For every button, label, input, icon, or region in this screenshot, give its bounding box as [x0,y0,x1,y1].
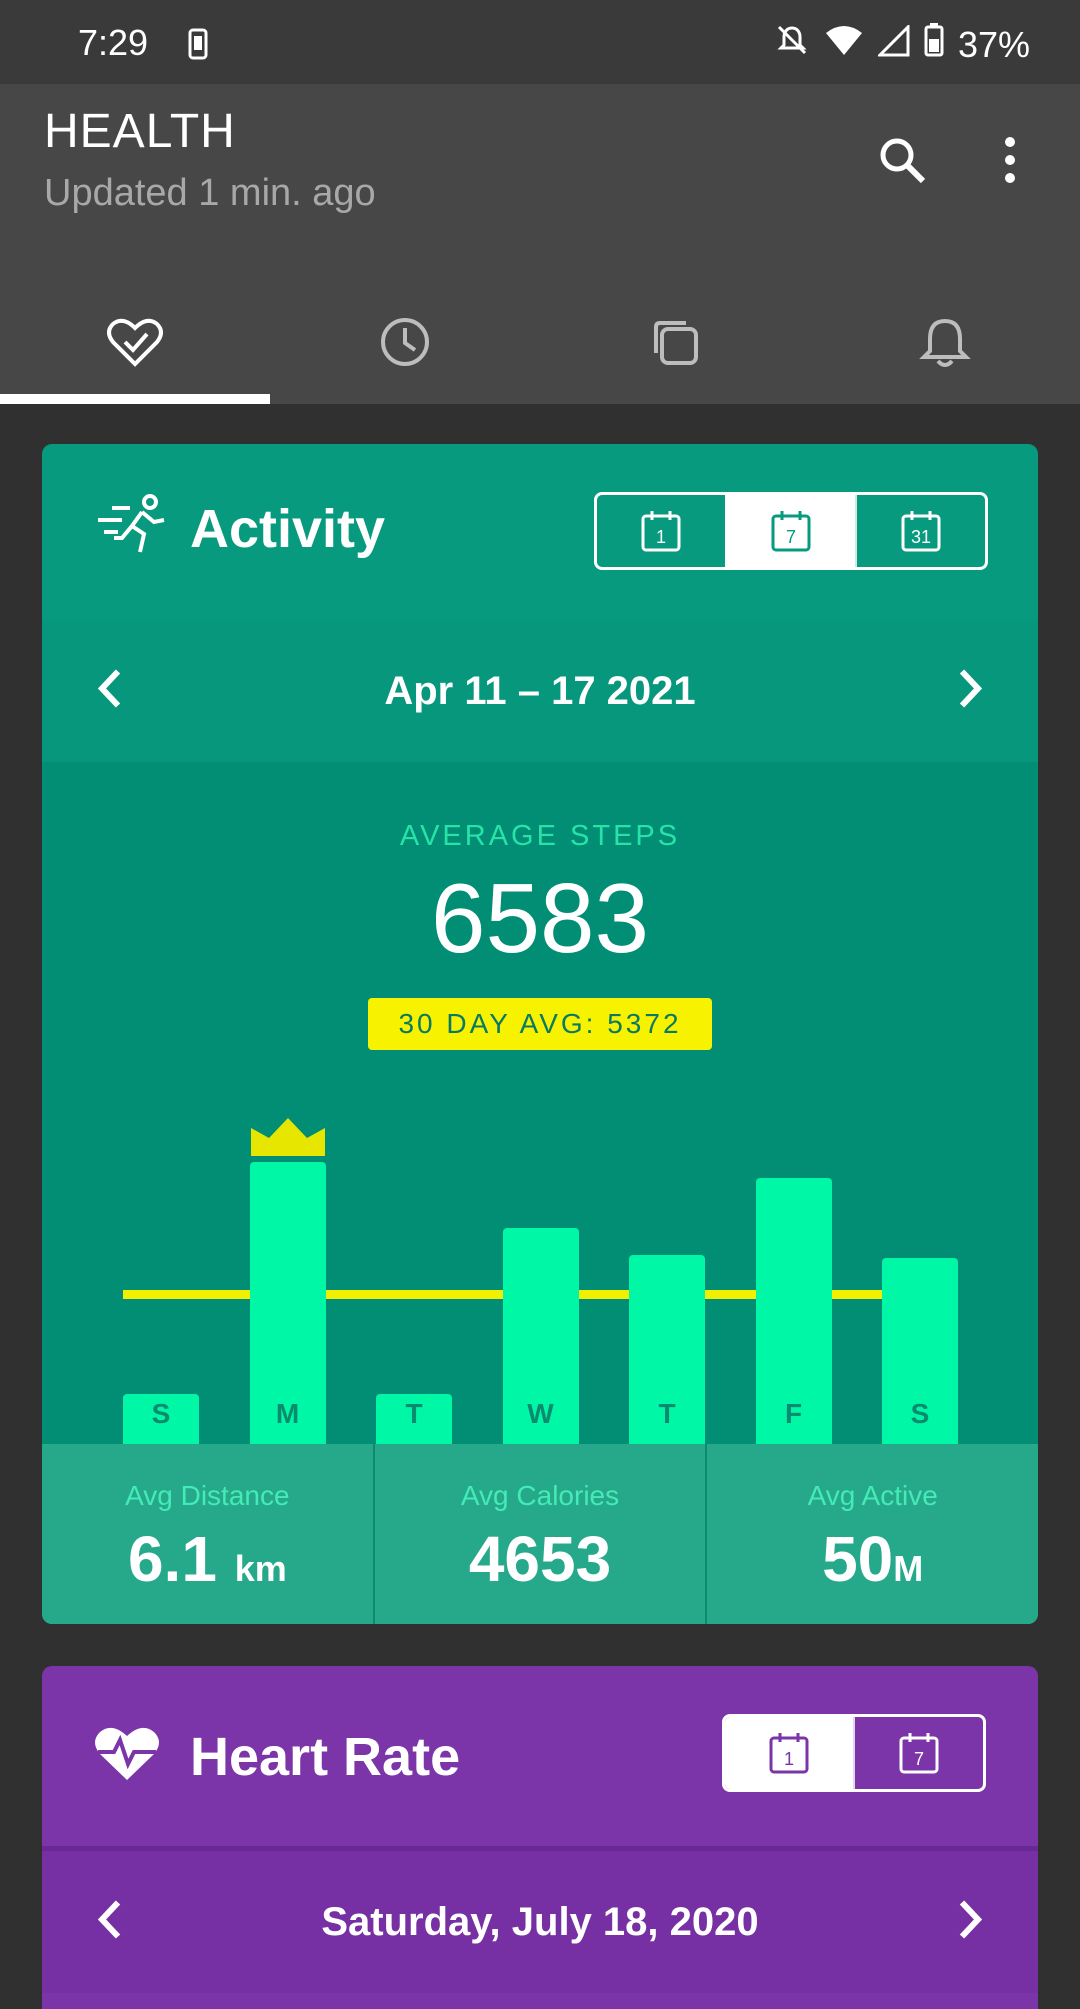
thirty-day-average-badge: 30 DAY AVG: 5372 [368,998,712,1050]
range-week-button[interactable]: 7 [725,495,855,567]
bell-icon [919,318,971,367]
heart-range-day-button[interactable]: 1 [725,1717,853,1789]
heart-range-selector: 1 7 [722,1714,986,1792]
average-steps-value: 6583 [430,863,649,973]
calendar-icon: 7 [899,1733,939,1774]
bar-day-label: S [151,1398,171,1429]
activity-range-selector: 1 7 31 [594,492,988,570]
tab-history[interactable] [270,280,540,404]
svg-text:31: 31 [911,527,931,547]
mute-bell-icon [774,22,810,67]
stat-label: Avg Calories [460,1480,620,1511]
average-steps-label: AVERAGE STEPS [399,820,681,852]
phone-icon [188,28,208,65]
activity-title: Activity [190,499,386,559]
next-week-button[interactable] [956,668,986,715]
calendar-icon: 7 [771,511,811,552]
activity-card: Activity 1 7 31 Apr 11 – 17 2021 AVERAGE… [42,444,1038,1624]
app-bar: HEALTH Updated 1 min. ago [0,84,1080,404]
running-icon [94,494,170,563]
bar-day-label: T [658,1398,676,1429]
svg-text:1: 1 [656,527,666,547]
status-right: 37% [774,22,1030,67]
battery-icon [924,23,944,66]
activity-date-bar: Apr 11 – 17 2021 [42,620,1038,762]
calendar-icon: 1 [641,511,681,552]
range-day-button[interactable]: 1 [597,495,725,567]
prev-day-button[interactable] [94,1899,124,1946]
avg-distance-stat: Avg Distance 6.1 km [42,1444,373,1624]
crown-icon [249,1116,327,1163]
prev-week-button[interactable] [94,668,124,715]
bar-day-label: M [275,1398,300,1429]
stat-value: 6.1 km [127,1523,287,1595]
app-subtitle: Updated 1 min. ago [44,172,376,214]
stat-label: Avg Distance [125,1480,290,1511]
chevron-right-icon [959,1900,983,1939]
range-month-button[interactable]: 31 [855,495,985,567]
stat-value: 50M [822,1523,924,1595]
clock-icon [381,318,429,366]
svg-text:7: 7 [914,1749,924,1769]
tab-alerts[interactable] [810,280,1080,404]
bar-day-label: W [527,1398,554,1429]
stat-unit: km [234,1548,287,1589]
copy-icon [654,321,698,365]
bar-day-label: S [910,1398,930,1429]
search-button[interactable] [870,128,934,192]
heart-rate-header: Heart Rate 1 7 [42,1666,1038,1840]
status-time: 7:29 [78,22,149,63]
more-vert-icon [1005,137,1015,183]
stat-value: 4653 [468,1523,612,1595]
calendar-icon: 1 [769,1733,809,1774]
battery-percent: 37% [957,23,1030,65]
bar-day-label: F [784,1398,803,1429]
app-title: HEALTH [44,105,236,158]
heart-date-bar: Saturday, July 18, 2020 [42,1846,1038,1993]
activity-stats: Avg Distance 6.1 km Avg Calories 4653 Av… [42,1444,1038,1624]
svg-text:7: 7 [786,527,796,547]
svg-text:1: 1 [784,1749,794,1769]
next-day-button[interactable] [956,1899,986,1946]
stat-unit: M [893,1548,924,1589]
bar-day-label: T [405,1398,423,1429]
steps-chart: AVERAGE STEPS 6583 30 DAY AVG: 5372 S M T W… [42,762,1038,1444]
tab-pages[interactable] [540,280,810,404]
more-options-button[interactable] [990,128,1030,192]
wifi-icon [824,24,864,66]
heart-check-icon [107,318,163,367]
chevron-left-icon [97,669,121,708]
heart-pulse-icon [94,1724,160,1787]
search-icon [880,138,926,184]
heart-rate-card: Heart Rate 1 7 Saturday, July 18, 2020 [42,1666,1038,2009]
heart-rate-title: Heart Rate [190,1727,461,1787]
chevron-left-icon [97,1900,121,1939]
heart-rate-date: Saturday, July 18, 2020 [321,1899,759,1944]
status-bar: 7:29 37% [0,0,1080,84]
avg-calories-stat: Avg Calories 4653 [372,1444,706,1624]
calendar-icon: 31 [901,511,941,552]
activity-header: Activity 1 7 31 [42,444,1038,618]
heart-range-week-button[interactable]: 7 [853,1717,983,1789]
tab-health[interactable] [0,280,270,404]
tab-indicator [0,394,270,404]
activity-date-range: Apr 11 – 17 2021 [384,668,696,713]
chevron-right-icon [959,669,983,708]
stat-label: Avg Active [807,1480,938,1511]
avg-active-stat: Avg Active 50M [705,1444,1038,1624]
signal-icon [876,22,910,66]
